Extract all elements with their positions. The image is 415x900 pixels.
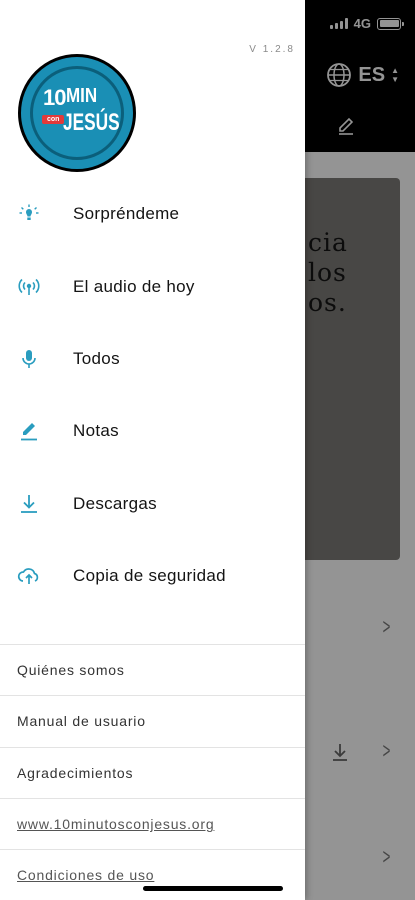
logo-min: MIN [66, 85, 98, 107]
menu-item-label: Descargas [73, 493, 157, 513]
menu-item-label: Notas [73, 421, 119, 441]
cloud-upload-icon [17, 564, 41, 588]
link-label: Agradecimientos [17, 764, 134, 781]
navigation-drawer: V 1.2.8 10 MIN con JESÚS Sorpréndeme El … [0, 0, 305, 900]
app-logo: 10 MIN con JESÚS [18, 54, 136, 172]
menu-item-label: Todos [73, 348, 120, 368]
drawer-menu: Sorpréndeme El audio de hoy Todos Notas … [0, 178, 305, 612]
link-label: Manual de usuario [17, 713, 146, 730]
logo-number: 10 [43, 85, 67, 110]
link-quienes-somos[interactable]: Quiénes somos [0, 644, 305, 695]
download-icon [17, 492, 41, 516]
menu-item-copia-de-seguridad[interactable]: Copia de seguridad [0, 540, 305, 612]
microphone-icon [17, 347, 41, 371]
menu-item-label: Copia de seguridad [73, 566, 226, 586]
link-label: Condiciones de uso [17, 867, 155, 884]
link-website[interactable]: www.10minutosconjesus.org [0, 797, 305, 849]
lightbulb-icon [17, 202, 41, 226]
menu-item-todos[interactable]: Todos [0, 323, 305, 395]
drawer-links: Quiénes somos Manual de usuario Agradeci… [0, 644, 305, 900]
app-version: V 1.2.8 [249, 44, 295, 55]
link-label: Quiénes somos [17, 662, 125, 679]
link-condiciones-de-uso[interactable]: Condiciones de uso [0, 849, 305, 900]
broadcast-icon [17, 275, 41, 299]
menu-item-descargas[interactable]: Descargas [0, 468, 305, 540]
menu-item-audio-de-hoy[interactable]: El audio de hoy [0, 250, 305, 322]
link-manual-de-usuario[interactable]: Manual de usuario [0, 695, 305, 746]
link-label: www.10minutosconjesus.org [17, 816, 215, 833]
logo-con: con [42, 115, 65, 124]
link-agradecimientos[interactable]: Agradecimientos [0, 746, 305, 798]
logo-jesus: JESÚS [63, 109, 120, 136]
menu-item-label: El audio de hoy [73, 276, 195, 296]
home-indicator[interactable] [143, 886, 283, 891]
menu-item-sorprendeme[interactable]: Sorpréndeme [0, 178, 305, 250]
menu-item-label: Sorpréndeme [73, 204, 180, 224]
pencil-icon [17, 419, 41, 443]
menu-item-notas[interactable]: Notas [0, 395, 305, 467]
